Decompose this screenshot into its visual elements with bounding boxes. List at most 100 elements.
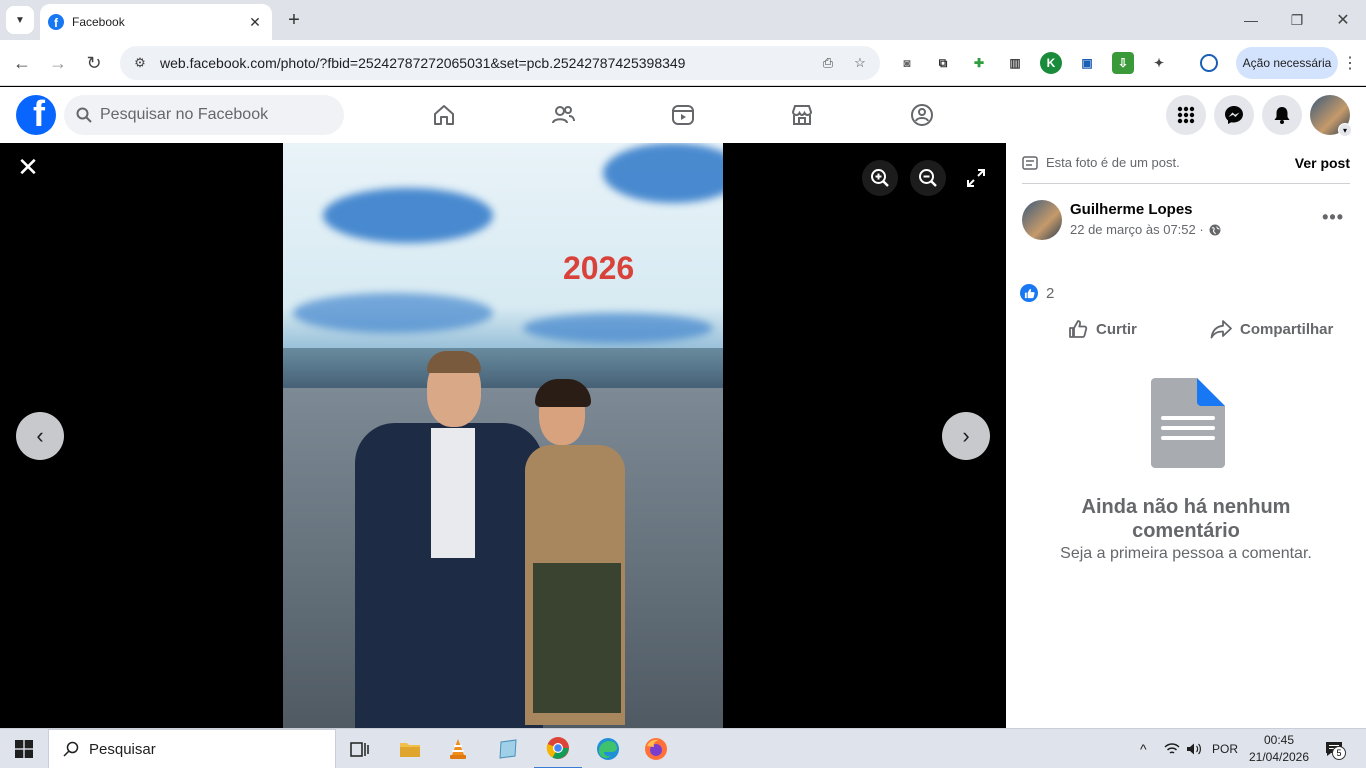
chrome-button[interactable] [534, 729, 582, 768]
profile-avatar[interactable]: ▾ [1310, 95, 1352, 137]
post-note: Esta foto é de um post. [1022, 155, 1180, 170]
facebook-logo-icon[interactable]: f [16, 95, 56, 135]
photo-skirt [533, 563, 621, 713]
extensions-puzzle-icon[interactable]: ✦ [1148, 52, 1170, 74]
nav-marketplace[interactable] [746, 87, 858, 143]
edge-button[interactable] [584, 729, 632, 768]
notepad-button[interactable] [484, 729, 532, 768]
action-needed-button[interactable]: Ação necessária [1236, 47, 1338, 79]
search-input[interactable] [100, 106, 320, 124]
like-label: Curtir [1096, 320, 1137, 338]
taskbar-search-label: Pesquisar [89, 740, 156, 758]
browser-tab-strip: ▼ f Facebook ✕ + — ❐ ✕ [0, 0, 1366, 40]
cloud-shape [323, 188, 493, 243]
zoom-in-button[interactable] [862, 160, 898, 196]
url-text[interactable]: web.facebook.com/photo/?fbid=25242787272… [160, 55, 818, 71]
clock-time: 00:45 [1263, 733, 1295, 747]
network-icon[interactable] [1164, 729, 1180, 768]
trash-extension-icon[interactable]: ▥ [1004, 52, 1026, 74]
zoom-out-button[interactable] [910, 160, 946, 196]
bookmark-star-icon[interactable]: ☆ [850, 53, 870, 73]
notification-center-button[interactable]: 5 [1322, 737, 1346, 761]
chevron-down-icon: ▾ [1338, 123, 1352, 137]
close-icon[interactable]: ✕ [14, 152, 42, 182]
profile-icon[interactable] [1200, 54, 1218, 72]
photo-building [283, 348, 723, 388]
marketplace-icon [791, 105, 813, 125]
thumbs-up-icon [1069, 320, 1088, 338]
language-indicator[interactable]: POR [1212, 729, 1238, 768]
address-bar[interactable]: ⚙ web.facebook.com/photo/?fbid=252427872… [120, 46, 880, 80]
vlc-cone-icon [450, 739, 466, 759]
show-hidden-icons[interactable]: ^ [1140, 729, 1147, 768]
vlc-button[interactable] [434, 729, 482, 768]
tab-close-icon[interactable]: ✕ [246, 14, 264, 31]
task-view-button[interactable] [336, 729, 384, 768]
share-button[interactable]: Compartilhar [1210, 311, 1333, 347]
messenger-button[interactable] [1214, 95, 1254, 135]
reload-icon[interactable]: ↻ [80, 49, 108, 77]
firefox-button[interactable] [632, 729, 680, 768]
new-tab-button[interactable]: + [282, 8, 306, 32]
copy-extension-icon[interactable]: ⧉ [932, 52, 954, 74]
menu-grid-button[interactable] [1166, 95, 1206, 135]
file-explorer-button[interactable] [386, 729, 434, 768]
tab-title: Facebook [72, 15, 125, 29]
save-extension-icon[interactable]: ▣ [1076, 52, 1098, 74]
install-app-icon[interactable]: ⎙ [818, 53, 838, 73]
nav-video[interactable] [627, 87, 739, 143]
author-avatar[interactable] [1022, 200, 1062, 240]
like-reaction-icon [1020, 284, 1038, 302]
groups-icon [911, 104, 933, 126]
forward-arrow-icon[interactable]: → [44, 49, 72, 77]
plus-extension-icon[interactable]: ✚ [968, 52, 990, 74]
more-options-icon[interactable]: ••• [1322, 207, 1344, 228]
fullscreen-button[interactable] [958, 160, 994, 196]
start-button[interactable] [0, 729, 48, 768]
photo-hair [427, 351, 481, 373]
minimize-icon[interactable]: — [1236, 8, 1266, 32]
like-button[interactable]: Curtir [1068, 311, 1137, 347]
reaction-count: 2 [1046, 284, 1055, 302]
facebook-search-box[interactable] [64, 95, 344, 135]
notifications-button[interactable] [1262, 95, 1302, 135]
windows-taskbar: Pesquisar ^ POR 00:45 21/04/2026 5 [0, 728, 1366, 768]
share-icon [1210, 320, 1232, 339]
see-post-link[interactable]: Ver post [1295, 155, 1350, 171]
browser-menu-icon[interactable]: ⋮ [1342, 52, 1358, 74]
reactions-summary[interactable]: 2 [1020, 284, 1054, 302]
download-extension-icon[interactable]: ⇩ [1112, 52, 1134, 74]
chevron-down-icon: ▼ [15, 14, 25, 26]
system-clock[interactable]: 00:45 21/04/2026 [1248, 732, 1310, 766]
post-timestamp[interactable]: 22 de março às 07:52 · [1070, 222, 1221, 237]
document-icon [1022, 155, 1038, 170]
tab-search-button[interactable]: ▼ [6, 6, 34, 34]
windows-logo-icon [15, 740, 33, 758]
camera-extension-icon[interactable]: ◙ [896, 52, 918, 74]
window-close-icon[interactable]: ✕ [1328, 8, 1358, 32]
back-arrow-icon[interactable]: ← [8, 49, 36, 77]
chevron-up-icon: ^ [1140, 741, 1147, 757]
chevron-right-icon: › [962, 423, 970, 448]
previous-photo-button[interactable]: ‹ [16, 412, 64, 460]
facebook-header: f ▾ [0, 87, 1366, 143]
browser-tab[interactable]: f Facebook ✕ [40, 4, 272, 40]
volume-icon[interactable] [1186, 729, 1202, 768]
nav-groups[interactable] [866, 87, 978, 143]
notepad-icon [499, 739, 517, 759]
k-extension-icon[interactable]: K [1040, 52, 1062, 74]
cloud-shape [603, 143, 723, 203]
taskbar-search[interactable]: Pesquisar [48, 729, 336, 768]
author-name[interactable]: Guilherme Lopes [1070, 201, 1193, 218]
restore-icon[interactable]: ❐ [1282, 8, 1312, 32]
home-icon [434, 105, 454, 125]
next-photo-button[interactable]: › [942, 412, 990, 460]
post-date-text: 22 de março às 07:52 · [1070, 222, 1204, 237]
cloud-shape [293, 293, 493, 333]
site-settings-icon[interactable]: ⚙ [130, 53, 150, 73]
nav-home[interactable] [388, 87, 500, 143]
photo-overlay-text: 2026 [563, 250, 635, 286]
nav-friends[interactable] [507, 87, 619, 143]
post-photo[interactable]: 2026 [283, 143, 723, 728]
grid-menu-icon [1177, 106, 1195, 124]
